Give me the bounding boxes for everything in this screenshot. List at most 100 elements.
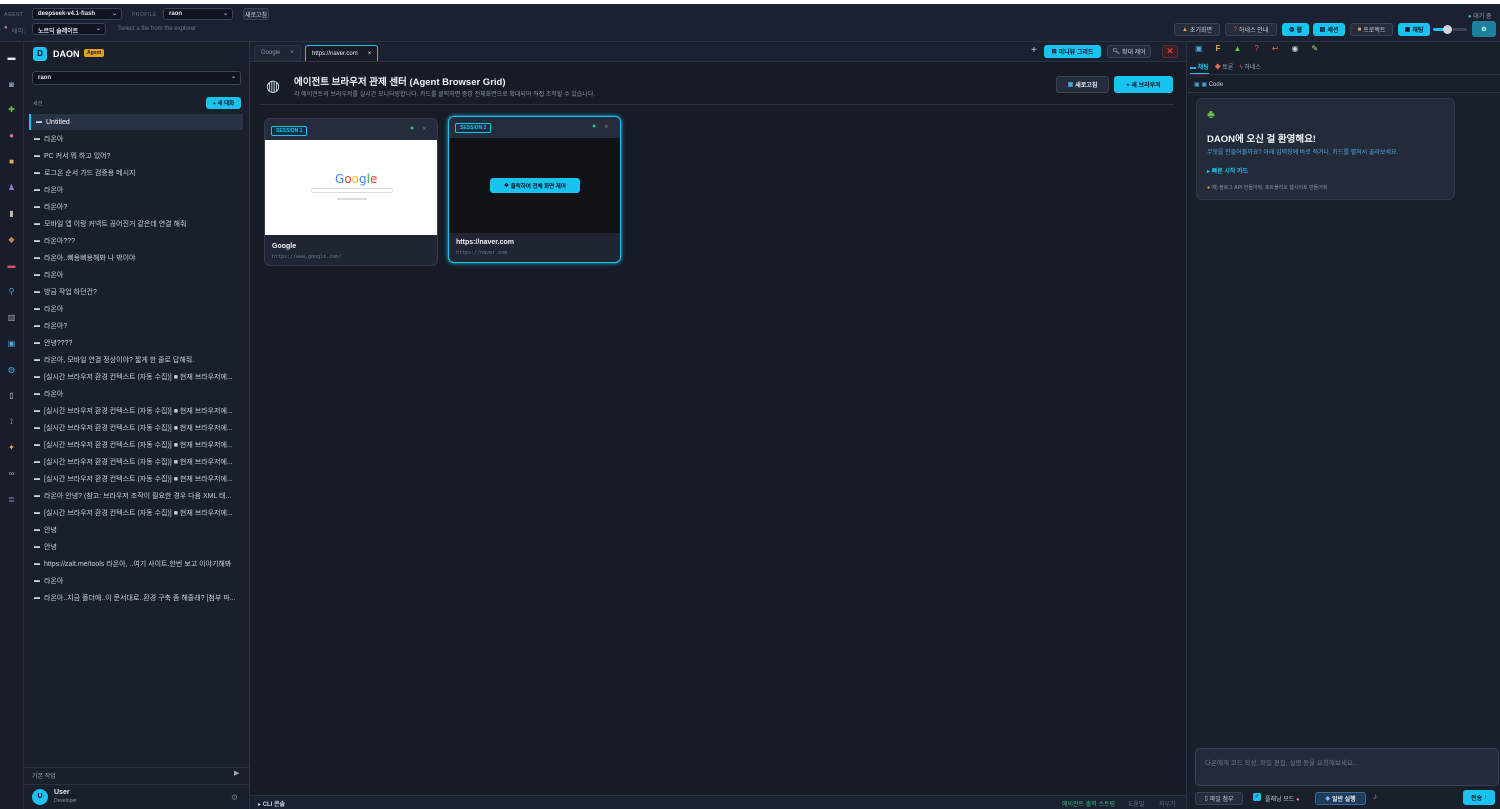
conversation-item[interactable]: ▬ 라온아 (29, 182, 243, 198)
game-icon[interactable]: ▬ (6, 260, 17, 271)
user-icon[interactable]: ♟ (6, 182, 17, 193)
planning-checkbox[interactable]: ✓ (1253, 793, 1261, 801)
monitor-icon[interactable]: ▣ (1195, 44, 1203, 53)
close-browser-button[interactable]: ✕ (1162, 45, 1178, 58)
output-stream-link[interactable]: 에이전트 출력 스트림 (1062, 799, 1115, 808)
tab-harness[interactable]: ϟ 하네스 (1239, 62, 1260, 74)
settings-button[interactable]: ⚙ (1472, 21, 1496, 37)
link-icon[interactable]: ∞ (6, 468, 17, 479)
conversation-item[interactable]: ▬ 라온아, 모바일 연결 정상이야? 짧게 한 줄로 답해줘. (29, 352, 243, 368)
conversation-item[interactable]: ▬ 라온아 (29, 267, 243, 283)
close-icon[interactable]: × (368, 51, 372, 57)
code-toggle[interactable]: ▣ ▣ Code (1194, 81, 1223, 88)
conversation-item[interactable]: ▬ [실시간 브라우저 환경 컨텍스트 (자동 수집)] ■ 현재 브라우저에..… (29, 403, 243, 419)
pin-icon[interactable]: ⟟ (6, 416, 17, 427)
conversation-item[interactable]: ▬ [실시간 브라우저 환경 컨텍스트 (자동 수집)] ■ 현재 브라우저에..… (29, 420, 243, 436)
file-icon[interactable]: ▯ (6, 390, 17, 401)
tab-google[interactable]: Google × (254, 45, 301, 61)
conversation-item[interactable]: ▬ [실시간 브라우저 환경 컨텍스트 (자동 수집)] ■ 현재 브라우저에..… (29, 437, 243, 453)
conversation-item[interactable]: ▬ 라온아 (29, 573, 243, 589)
conversation-item[interactable]: ▬ 라온아? (29, 199, 243, 215)
conversation-item[interactable]: ▬ 라온아..삐용삐용해봐 나 밖이야 (29, 250, 243, 266)
profile-select[interactable]: raon ⌄ (163, 8, 233, 20)
mode-select[interactable]: ◆ 일반 실행 (1315, 792, 1366, 805)
robot-icon[interactable]: ◙ (6, 79, 17, 90)
database-icon[interactable]: ≣ (6, 494, 17, 505)
conversation-item[interactable]: ▬ 라온아 (29, 301, 243, 317)
chart-icon[interactable]: ▥ (6, 312, 17, 323)
conversation-item[interactable]: ▬ 안녕???? (29, 335, 243, 351)
tab-chat[interactable]: ▬ 채팅 (1190, 62, 1209, 74)
conversation-item[interactable]: ▬ 라온아 (29, 386, 243, 402)
play-icon[interactable]: ▶ (234, 769, 239, 777)
close-icon[interactable]: × (604, 122, 609, 131)
question-icon[interactable]: ? (1254, 44, 1258, 53)
folder-icon[interactable]: ■ (6, 156, 17, 167)
profile-dropdown[interactable]: raon ⌄ (32, 71, 241, 85)
zoom-slider-handle[interactable] (1443, 25, 1452, 34)
gear-icon[interactable]: ⚙ (231, 793, 238, 802)
wand-icon[interactable]: ✦ (6, 442, 17, 453)
conversation-item[interactable]: ▬ 방금 작업 하던건? (29, 284, 243, 300)
fullscreen-control-button[interactable]: ✥ 클릭하여 전체 화면 제어 (490, 178, 580, 193)
conversation-item[interactable]: ▬ [실시간 브라우저 환경 컨텍스트 (자동 수집)] ■ 현재 브라우저에..… (29, 454, 243, 470)
conversation-item[interactable]: ▬ 라온아 (29, 131, 243, 147)
chat-icon[interactable]: ▬ (6, 52, 17, 63)
project-button[interactable]: ■ 프로젝트 (1350, 23, 1393, 36)
tab-naver[interactable]: https://naver.com × (305, 45, 379, 61)
agent-select[interactable]: deepseek-v4.1-flash ⌄ (32, 8, 122, 20)
avatar[interactable]: U (32, 789, 48, 805)
brain-icon[interactable]: ● (6, 130, 17, 141)
mini-grid-button[interactable]: ⊞ 미니뷰 그리드 (1044, 45, 1101, 58)
attach-file-button[interactable]: ▯ 파일 첨부 (1195, 792, 1243, 805)
add-tab-icon[interactable]: + (1031, 45, 1037, 56)
document-icon[interactable]: ▮ (6, 208, 17, 219)
conversation-item[interactable]: ▬ 라온아??? (29, 233, 243, 249)
home-button[interactable]: ▲ 초기화면 (1174, 23, 1220, 36)
conversation-item[interactable]: ▬ 로그온 순서 가드 검증용 메시지 (29, 165, 243, 181)
web-button[interactable]: ◍ 웹 (1282, 23, 1309, 36)
grid-refresh-button[interactable]: ▣ 새로고침 (1056, 76, 1109, 93)
help-link[interactable]: 도움말 (1128, 799, 1145, 808)
conversation-item[interactable]: ▬ 안녕 (29, 539, 243, 555)
conversation-item[interactable]: ▬ PC 커서 뭐 하고 있어? (29, 148, 243, 164)
search-icon[interactable]: ⚲ (6, 286, 17, 297)
new-browser-button[interactable]: + 새 브라우저 (1114, 76, 1173, 93)
cli-toggle[interactable]: ▸ CLI 콘솔 (258, 799, 285, 808)
terminal-icon[interactable]: ▣ (6, 338, 17, 349)
refresh-button[interactable]: 새로고침 (243, 8, 269, 20)
conversation-item[interactable]: ▬ 라온아? (29, 318, 243, 334)
clear-link[interactable]: 지우기 (1159, 799, 1176, 808)
conversation-item[interactable]: ▬ 모바일 앱 이랑 커넥트 끊어진거 같은데 연결 해줘 (29, 216, 243, 232)
conversation-item[interactable]: ▬ [실시간 브라우저 환경 컨텍스트 (자동 수집)] ■ 현재 브라우저에..… (29, 505, 243, 521)
browser-card-2[interactable]: SESSION 2 ● × ✥ 클릭하여 전체 화면 제어 https://nav… (448, 116, 621, 263)
session-button[interactable]: ▤ 세션 (1313, 23, 1345, 36)
package-icon[interactable]: ◆ (6, 234, 17, 245)
conversation-item[interactable]: ▬ 라온아 안녕? (참고: 브라우저 조작이 필요한 경우 다음 XML 태..… (29, 488, 243, 504)
browser-card-1[interactable]: SESSION 1 ● × Google Google https://www.… (264, 118, 438, 266)
conversation-item[interactable]: ▬ 라온아..지금 폴더에..이 문서대로..환경 구축 좀 해줄래? [첨부 파… (29, 590, 243, 606)
hook-icon[interactable]: ↩ (1272, 44, 1279, 53)
theme-select[interactable]: 노르딕 슬레이트 ⌄ (32, 23, 106, 35)
expand-control-button[interactable]: 🔍︎ 확대 제어 (1107, 45, 1151, 58)
eye-icon[interactable]: ◉ (1292, 44, 1299, 53)
close-icon[interactable]: × (422, 124, 427, 133)
font-icon[interactable]: F (1216, 44, 1221, 53)
tab-debate[interactable]: ◆ 토론 (1215, 62, 1234, 74)
new-chat-button[interactable]: + 새 대화 (206, 97, 241, 109)
pencil-icon[interactable]: ✎ (1312, 44, 1319, 53)
conversation-item[interactable]: ▬ [실시간 브라우저 환경 컨텍스트 (자동 수집)] ■ 현재 브라우저에..… (29, 471, 243, 487)
conversation-item[interactable]: ▬ [실시간 브라우저 환경 컨텍스트 (자동 수집)] ■ 현재 브라우저에..… (29, 369, 243, 385)
home-icon[interactable]: ▲ (1233, 44, 1241, 53)
globe-icon[interactable]: ◍ (6, 364, 17, 375)
microphone-icon[interactable]: ♪ (1373, 792, 1377, 801)
puzzle-icon[interactable]: ✚ (6, 104, 17, 115)
conversation-item[interactable]: ▬ 안녕 (29, 522, 243, 538)
quick-start-toggle[interactable]: ▸ 빠른 시작 카드 (1207, 166, 1248, 175)
conversation-item[interactable]: ▬ Untitled (29, 114, 243, 130)
chat-input[interactable]: 다온에게 코드 작성, 파일 편집, 설명 등을 요청해보세요... (1195, 748, 1499, 786)
send-button[interactable]: 전송 ↑ (1463, 790, 1495, 805)
chat-button[interactable]: ▣ 채팅 (1398, 23, 1430, 36)
close-icon[interactable]: × (290, 50, 294, 56)
zoom-slider[interactable] (1433, 25, 1467, 34)
